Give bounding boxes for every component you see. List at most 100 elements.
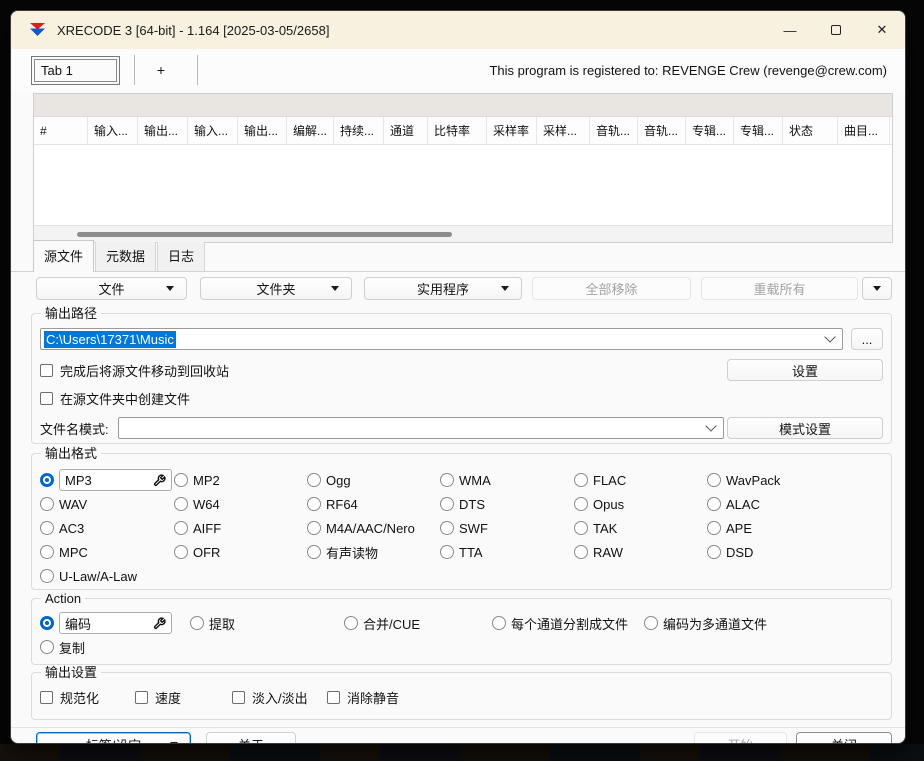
- format-radio-rf64[interactable]: RF64: [307, 493, 440, 515]
- output-path-group: 输出路径 C:\Users\17371\Music ... 完成后将源文件移动到…: [31, 313, 892, 444]
- format-radio-mp3[interactable]: MP3: [40, 469, 174, 491]
- column-header[interactable]: #: [34, 117, 88, 144]
- horizontal-scrollbar[interactable]: [34, 225, 892, 242]
- column-header[interactable]: 输出...: [238, 117, 287, 144]
- tab-source-files[interactable]: 源文件: [33, 240, 94, 272]
- tags-settings-button[interactable]: 标签/设定: [36, 732, 191, 745]
- format-radio-opus[interactable]: Opus: [574, 493, 707, 515]
- utilities-dropdown-button[interactable]: 实用程序: [364, 277, 522, 300]
- column-header[interactable]: 状态: [783, 117, 838, 144]
- minimize-button[interactable]: —: [767, 11, 813, 49]
- radio-icon: [440, 521, 454, 535]
- scrollbar-thumb[interactable]: [77, 232, 452, 237]
- more-options-button[interactable]: [862, 277, 892, 300]
- close-dialog-label: 关闭: [831, 735, 857, 744]
- format-radio-mp2[interactable]: MP2: [174, 469, 307, 491]
- move-to-recycle-checkbox[interactable]: 完成后将源文件移动到回收站: [40, 361, 229, 380]
- radio-icon: [574, 497, 588, 511]
- file-dropdown-button[interactable]: 文件: [36, 277, 187, 300]
- tab-1[interactable]: Tab 1: [31, 56, 120, 85]
- about-button[interactable]: 关于: [206, 732, 296, 745]
- action-radio-encode-multichannel[interactable]: 编码为多通道文件: [644, 612, 767, 634]
- wrench-icon[interactable]: [153, 617, 166, 630]
- utilities-button-label: 实用程序: [417, 279, 469, 298]
- encode-config-box[interactable]: 编码: [59, 612, 172, 634]
- format-radio-dts[interactable]: DTS: [440, 493, 574, 515]
- add-tab-button[interactable]: +: [137, 62, 185, 78]
- column-header[interactable]: 采样率: [487, 117, 537, 144]
- create-in-source-checkbox[interactable]: 在源文件夹中创建文件: [40, 389, 190, 408]
- checkbox-fade-in-out[interactable]: 淡入/淡出: [232, 688, 327, 707]
- radio-icon: [307, 497, 321, 511]
- reload-all-button[interactable]: 重载所有: [701, 277, 858, 300]
- column-header[interactable]: 输入...: [188, 117, 238, 144]
- format-radio-mpc[interactable]: MPC: [40, 541, 174, 563]
- checkbox-remove-silence[interactable]: 消除静音: [327, 688, 399, 707]
- column-header[interactable]: 曲目...: [838, 117, 890, 144]
- column-header[interactable]: 持续...: [334, 117, 384, 144]
- format-radio-wma[interactable]: WMA: [440, 469, 574, 491]
- format-radio-ape[interactable]: APE: [707, 517, 883, 539]
- format-radio-w64[interactable]: W64: [174, 493, 307, 515]
- folder-dropdown-button[interactable]: 文件夹: [200, 277, 352, 300]
- format-radio-alac[interactable]: ALAC: [707, 493, 883, 515]
- format-radio-swf[interactable]: SWF: [440, 517, 574, 539]
- column-header[interactable]: 专辑...: [686, 117, 734, 144]
- format-radio-flac[interactable]: FLAC: [574, 469, 707, 491]
- browse-button[interactable]: ...: [851, 328, 883, 350]
- column-header[interactable]: 输入...: [88, 117, 138, 144]
- remove-all-button[interactable]: 全部移除: [532, 277, 691, 300]
- maximize-button[interactable]: [813, 11, 859, 49]
- format-radio-dsd[interactable]: DSD: [707, 541, 883, 563]
- start-button[interactable]: 开始: [694, 732, 787, 745]
- format-label: SWF: [459, 521, 488, 536]
- main-toolbar: 文件 文件夹 实用程序 全部移除 重载所有: [11, 272, 905, 305]
- column-header[interactable]: 比特率: [428, 117, 487, 144]
- format-radio-u-law-a-law[interactable]: U-Law/A-Law: [40, 565, 174, 587]
- action-radio-copy[interactable]: 复制: [40, 636, 883, 658]
- add-tab-icon: +: [157, 62, 165, 78]
- column-header[interactable]: 通道: [384, 117, 428, 144]
- settings-button[interactable]: 设置: [727, 359, 883, 381]
- radio-icon: [574, 521, 588, 535]
- format-radio-tak[interactable]: TAK: [574, 517, 707, 539]
- filename-pattern-combobox[interactable]: [118, 417, 724, 439]
- column-header[interactable]: 专辑...: [734, 117, 783, 144]
- format-label: WMA: [459, 473, 491, 488]
- radio-icon: [492, 616, 506, 630]
- format-radio-m4a-aac-nero[interactable]: M4A/AAC/Nero: [307, 517, 440, 539]
- mp3-config-box[interactable]: MP3: [59, 469, 172, 491]
- format-radio-raw[interactable]: RAW: [574, 541, 707, 563]
- format-radio-aiff[interactable]: AIFF: [174, 517, 307, 539]
- pattern-settings-button[interactable]: 模式设置: [727, 417, 883, 439]
- format-radio-ogg[interactable]: Ogg: [307, 469, 440, 491]
- column-header[interactable]: 输出...: [138, 117, 188, 144]
- action-radio-merge-cue[interactable]: 合并/CUE: [344, 612, 492, 634]
- format-label: TAK: [593, 521, 617, 536]
- checkbox-speed[interactable]: 速度: [135, 688, 232, 707]
- tab-log[interactable]: 日志: [157, 240, 205, 271]
- column-header[interactable]: 音轨...: [590, 117, 638, 144]
- column-header[interactable]: 音轨...: [638, 117, 686, 144]
- close-button[interactable]: ✕: [859, 11, 905, 49]
- format-radio-ac3[interactable]: AC3: [40, 517, 174, 539]
- format-radio-ofr[interactable]: OFR: [174, 541, 307, 563]
- action-radio-encode[interactable]: 编码: [40, 612, 190, 634]
- chevron-down-icon: [824, 331, 835, 342]
- output-path-combobox[interactable]: C:\Users\17371\Music: [40, 328, 843, 350]
- tab-metadata[interactable]: 元数据: [95, 240, 156, 271]
- wrench-icon[interactable]: [153, 474, 166, 487]
- checkbox-normalize[interactable]: 规范化: [40, 688, 135, 707]
- close-dialog-button[interactable]: 关闭: [796, 732, 892, 745]
- column-header[interactable]: 采样...: [537, 117, 590, 144]
- action-radio-extract[interactable]: 提取: [190, 612, 344, 634]
- format-radio-tta[interactable]: TTA: [440, 541, 574, 563]
- table-body-empty[interactable]: [34, 145, 892, 225]
- format-radio-wav[interactable]: WAV: [40, 493, 174, 515]
- format-radio-wavpack[interactable]: WavPack: [707, 469, 883, 491]
- action-label: 编码为多通道文件: [663, 614, 767, 633]
- format-radio-audiobook[interactable]: 有声读物: [307, 541, 440, 563]
- action-radio-split-per-channel[interactable]: 每个通道分割成文件: [492, 612, 644, 634]
- column-header[interactable]: 编解...: [287, 117, 334, 144]
- title-bar[interactable]: XRECODE 3 [64-bit] - 1.164 [2025-03-05/2…: [11, 11, 905, 49]
